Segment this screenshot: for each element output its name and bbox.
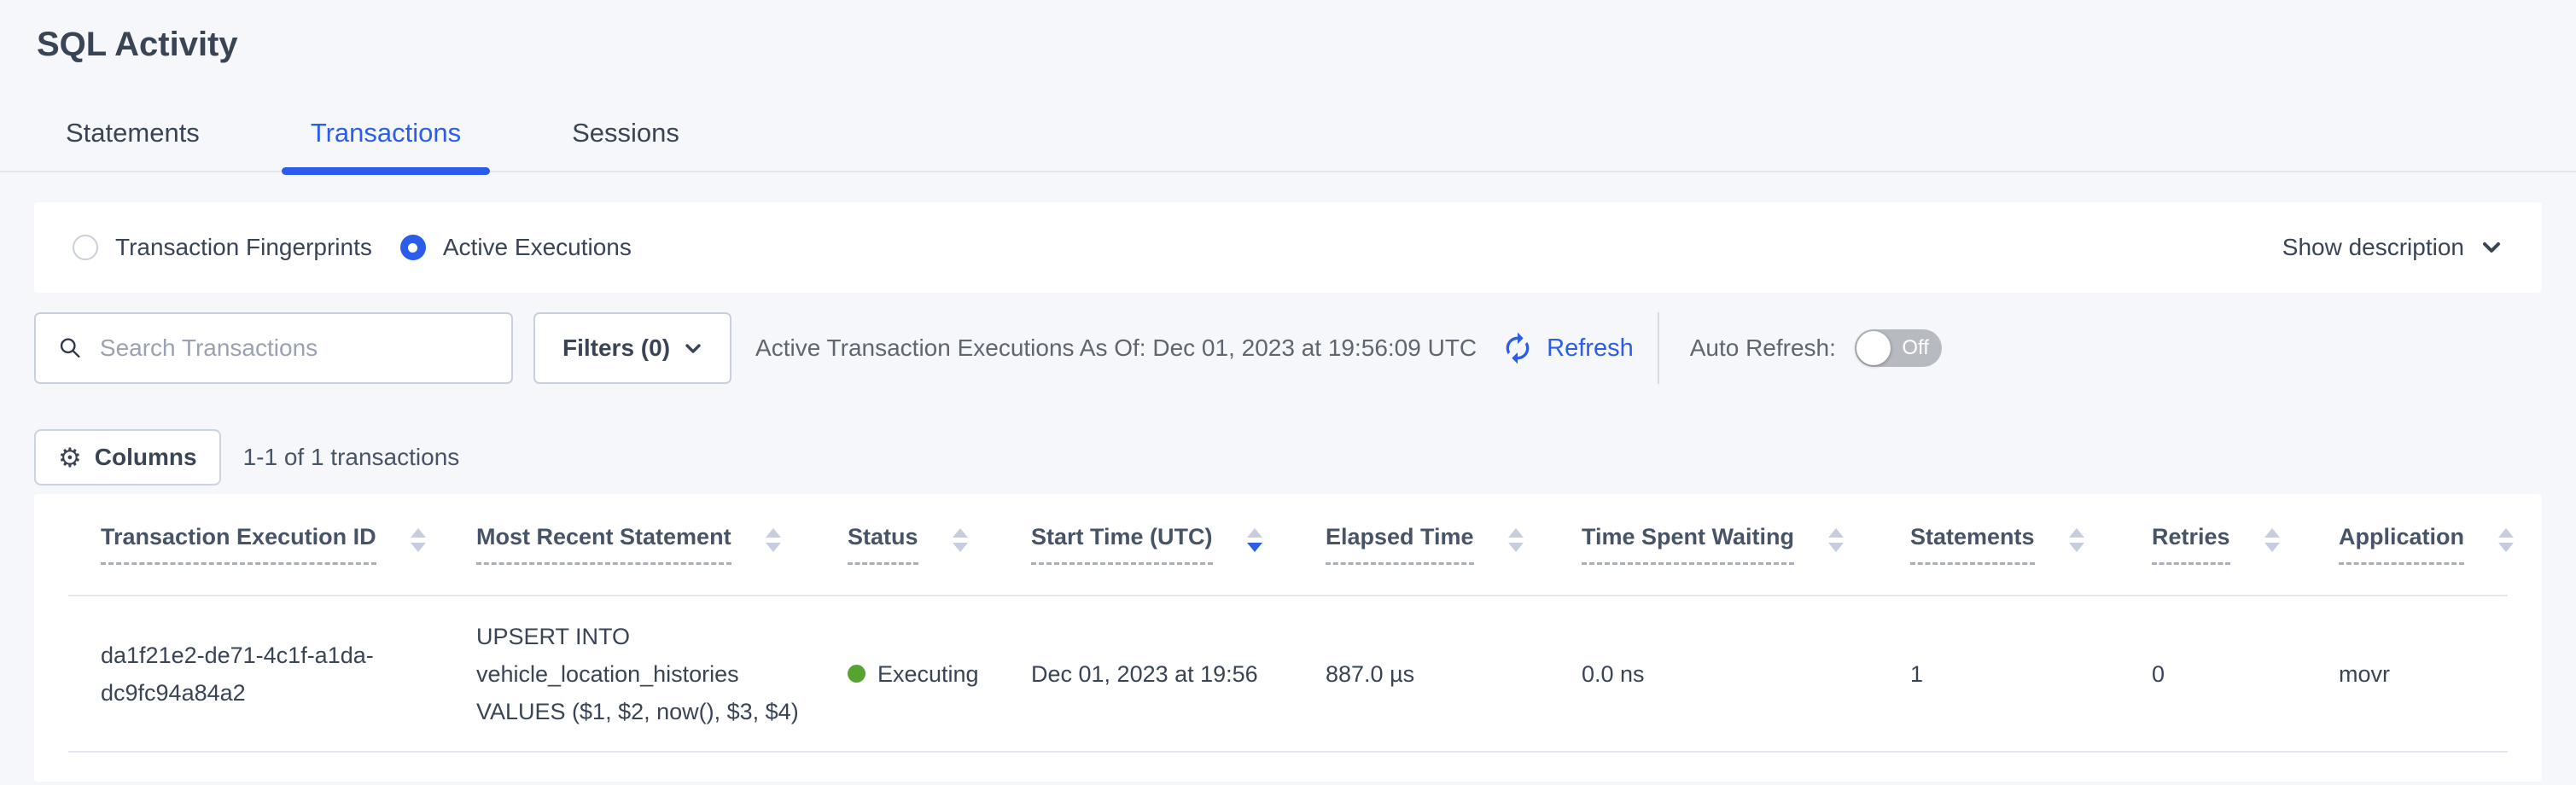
cell-statements: 1: [1910, 655, 2152, 693]
transactions-toolbar: Filters (0) Active Transaction Execution…: [34, 311, 2542, 385]
refresh-button[interactable]: Refresh: [1501, 331, 1634, 365]
header-status[interactable]: Status: [848, 524, 1031, 565]
chevron-down-icon: [2480, 236, 2503, 259]
radio-button-icon: [400, 235, 426, 260]
tab-bar: Statements Transactions Sessions: [0, 118, 2576, 172]
toolbar-divider: [1658, 312, 1659, 384]
tab-transactions[interactable]: Transactions: [282, 118, 490, 171]
toggle-state-label: Off: [1902, 336, 1929, 360]
radio-button-icon: [73, 235, 98, 260]
table-header-row: Transaction Execution ID Most Recent Sta…: [68, 494, 2508, 596]
cell-elapsed-time: 887.0 µs: [1326, 655, 1582, 693]
sort-icon: [2264, 528, 2280, 552]
sort-icon: [1828, 528, 1844, 552]
page-title: SQL Activity: [0, 0, 2576, 65]
search-box: [34, 312, 513, 384]
header-elapsed-time[interactable]: Elapsed Time: [1326, 524, 1582, 565]
header-statements[interactable]: Statements: [1910, 524, 2152, 565]
sort-icon: [2498, 528, 2514, 552]
header-retries[interactable]: Retries: [2152, 524, 2339, 565]
radio-transaction-fingerprints[interactable]: Transaction Fingerprints: [73, 234, 372, 261]
view-mode-radio-group: Transaction Fingerprints Active Executio…: [73, 234, 632, 261]
filters-label: Filters (0): [562, 334, 670, 362]
cell-start-time: Dec 01, 2023 at 19:56: [1031, 655, 1326, 693]
auto-refresh-toggle[interactable]: Off: [1855, 329, 1942, 367]
search-input[interactable]: [100, 334, 489, 362]
tab-sessions[interactable]: Sessions: [543, 118, 708, 171]
sort-icon: [766, 528, 781, 552]
status-dot: [848, 665, 865, 683]
gear-icon: ⚙: [58, 445, 82, 471]
cell-application: movr: [2339, 655, 2508, 693]
cell-transaction-execution-id[interactable]: da1f21e2-de71-4c1f-a1da-dc9fc94a84a2: [101, 637, 476, 712]
cell-status: Executing: [848, 655, 1031, 693]
filters-button[interactable]: Filters (0): [533, 312, 731, 384]
as-of-timestamp: Active Transaction Executions As Of: Dec…: [755, 334, 1477, 362]
chevron-down-icon: [684, 339, 702, 358]
cell-retries: 0: [2152, 655, 2339, 693]
header-most-recent-statement[interactable]: Most Recent Statement: [476, 524, 848, 565]
transactions-table: Transaction Execution ID Most Recent Sta…: [34, 494, 2542, 782]
header-start-time[interactable]: Start Time (UTC): [1031, 524, 1326, 565]
view-mode-card: Transaction Fingerprints Active Executio…: [34, 202, 2542, 293]
auto-refresh-label: Auto Refresh:: [1690, 334, 1836, 362]
refresh-icon: [1501, 331, 1535, 365]
show-description-label: Show description: [2282, 234, 2464, 261]
results-count: 1-1 of 1 transactions: [243, 444, 460, 471]
radio-label: Transaction Fingerprints: [115, 234, 372, 261]
radio-label: Active Executions: [443, 234, 632, 261]
columns-label: Columns: [95, 444, 197, 471]
sql-activity-page: SQL Activity Statements Transactions Ses…: [0, 0, 2576, 785]
cell-most-recent-statement: UPSERT INTO vehicle_location_histories V…: [476, 618, 848, 730]
table-row: da1f21e2-de71-4c1f-a1da-dc9fc94a84a2 UPS…: [68, 596, 2508, 753]
refresh-label: Refresh: [1547, 334, 1634, 363]
toggle-knob: [1856, 331, 1891, 365]
header-time-spent-waiting[interactable]: Time Spent Waiting: [1582, 524, 1910, 565]
sort-icon: [411, 528, 426, 552]
status-badge: Executing: [877, 655, 979, 693]
sort-icon: [2069, 528, 2084, 552]
sort-icon: [1247, 528, 1262, 552]
sort-icon: [1508, 528, 1524, 552]
columns-button[interactable]: ⚙ Columns: [34, 429, 221, 486]
cell-time-spent-waiting: 0.0 ns: [1582, 655, 1910, 693]
radio-active-executions[interactable]: Active Executions: [400, 234, 632, 261]
header-transaction-execution-id[interactable]: Transaction Execution ID: [101, 524, 476, 565]
tab-statements[interactable]: Statements: [37, 118, 229, 171]
header-application[interactable]: Application: [2339, 524, 2514, 565]
sort-icon: [953, 528, 968, 552]
table-toolbar: ⚙ Columns 1-1 of 1 transactions: [34, 429, 2542, 486]
show-description-button[interactable]: Show description: [2282, 234, 2503, 261]
search-icon: [58, 334, 83, 362]
